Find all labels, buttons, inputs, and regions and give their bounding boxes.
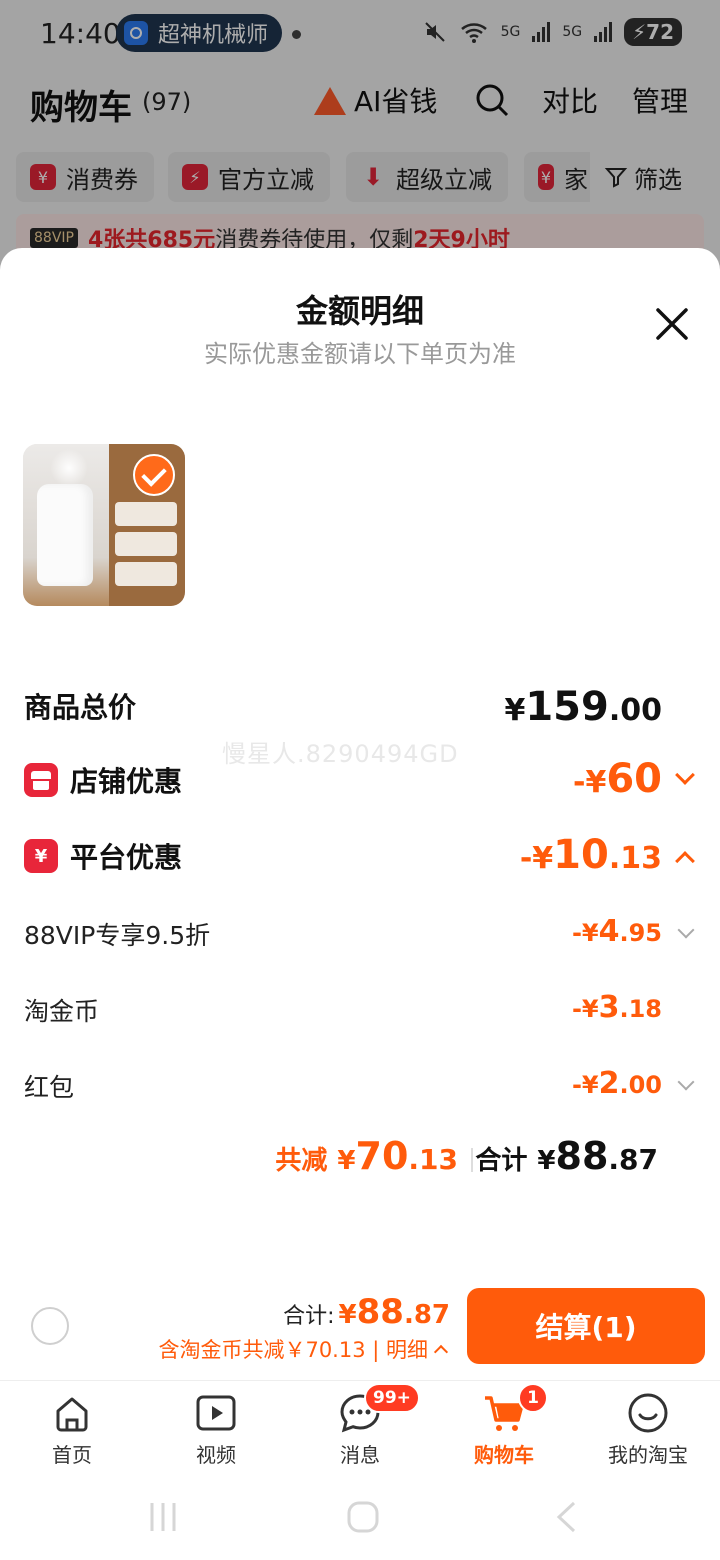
sheet-totals: 共减 ¥ 70 .13 合计 ¥ 88 .87 — [0, 1134, 720, 1184]
bottom-tab-bar: 首页 视频 消息 99+ 购物车 1 我的淘宝 — [0, 1380, 720, 1472]
row-label: 红包 — [24, 1073, 75, 1102]
back-icon[interactable] — [550, 1500, 584, 1534]
system-navigation-bar — [0, 1472, 720, 1560]
tab-home[interactable]: 首页 — [0, 1387, 144, 1471]
home-icon — [56, 1397, 88, 1432]
checkout-total: 合计: ¥ 88 .87 — [283, 1292, 450, 1332]
row-amount: - ¥ 10 .13 — [519, 832, 662, 878]
checkout-detail-text: 含淘金币共减￥70.13 | 明细 — [158, 1338, 428, 1362]
store-icon — [24, 763, 58, 797]
tab-label: 视频 — [196, 1443, 236, 1467]
tab-label: 首页 — [52, 1443, 92, 1467]
row-amount: - ¥ 60 — [573, 756, 662, 802]
thumb-photo — [23, 444, 109, 606]
row-label-wrap: 店铺优惠 — [24, 760, 182, 800]
row-label: 88VIP专享9.5折 — [24, 921, 211, 950]
totals-divider — [471, 1148, 473, 1172]
thumb-panel-1 — [115, 502, 177, 526]
thumb-panel-3 — [115, 562, 177, 586]
total-reduction: 共减 ¥ 70 .13 — [275, 1134, 458, 1178]
cart-badge: 1 — [518, 1383, 548, 1413]
yen-icon: ¥ — [24, 839, 58, 873]
row-amount: - ¥ 4 .95 — [571, 914, 662, 949]
row-red-packet[interactable]: 红包 - ¥ 2 .00 — [0, 1064, 720, 1108]
row-platform-discount[interactable]: ¥ 平台优惠 - ¥ 10 .13 — [0, 832, 720, 882]
row-taojinbi: 淘金币 - ¥ 3 .18 — [0, 988, 720, 1032]
profile-icon — [628, 1393, 668, 1433]
row-label: 店铺优惠 — [70, 765, 183, 798]
selected-check-icon[interactable] — [133, 454, 175, 496]
sheet-title: 金额明细 — [295, 292, 424, 330]
chevron-down-icon[interactable] — [677, 921, 695, 939]
select-all-checkbox[interactable] — [31, 1307, 69, 1345]
row-amount: - ¥ 3 .18 — [571, 990, 662, 1025]
row-amount: - ¥ 2 .00 — [571, 1066, 662, 1101]
close-icon[interactable] — [652, 304, 692, 344]
recents-icon[interactable] — [146, 1500, 180, 1534]
total-sum: 合计 ¥ 88 .87 — [475, 1134, 658, 1178]
row-store-discount[interactable]: 店铺优惠 - ¥ 60 — [0, 756, 720, 806]
sheet-subtitle: 实际优惠金额请以下单页为准 — [204, 340, 516, 368]
thumb-panel-2 — [115, 532, 177, 556]
row-amount: ¥ 159 .00 — [504, 684, 662, 730]
checkout-button[interactable]: 结算(1) — [467, 1288, 705, 1364]
home-button-icon[interactable] — [346, 1500, 380, 1534]
tab-label: 我的淘宝 — [608, 1443, 688, 1467]
tab-cart[interactable]: 购物车 1 — [432, 1383, 576, 1471]
mist — [51, 448, 87, 488]
row-label-wrap: ¥ 平台优惠 — [24, 836, 182, 876]
tab-label: 购物车 — [474, 1443, 534, 1467]
checkout-total-label: 合计: — [283, 1304, 335, 1329]
tab-messages[interactable]: 消息 99+ — [288, 1383, 432, 1471]
row-product-total: 商品总价 ¥ 159 .00 — [0, 684, 720, 734]
chevron-up-icon[interactable] — [675, 851, 695, 871]
row-88vip-discount[interactable]: 88VIP专享9.5折 - ¥ 4 .95 — [0, 912, 720, 956]
chevron-up-icon — [433, 1344, 449, 1360]
row-label: 商品总价 — [24, 691, 137, 724]
checkout-bar: 合计: ¥ 88 .87 含淘金币共减￥70.13 | 明细 结算(1) — [0, 1280, 720, 1380]
checkout-detail-link[interactable]: 含淘金币共减￥70.13 | 明细 — [158, 1334, 449, 1364]
chevron-down-icon[interactable] — [675, 765, 695, 785]
tab-label: 消息 — [340, 1443, 380, 1467]
row-label: 淘金币 — [24, 997, 100, 1026]
message-badge: 99+ — [364, 1383, 420, 1413]
tab-video[interactable]: 视频 — [144, 1387, 288, 1471]
video-icon — [196, 1395, 236, 1431]
row-label: 平台优惠 — [70, 841, 183, 874]
product-thumbnail[interactable] — [23, 444, 185, 606]
tab-my-taobao[interactable]: 我的淘宝 — [576, 1387, 720, 1471]
humidifier-illustration — [37, 484, 93, 586]
chevron-down-icon[interactable] — [677, 1073, 695, 1091]
